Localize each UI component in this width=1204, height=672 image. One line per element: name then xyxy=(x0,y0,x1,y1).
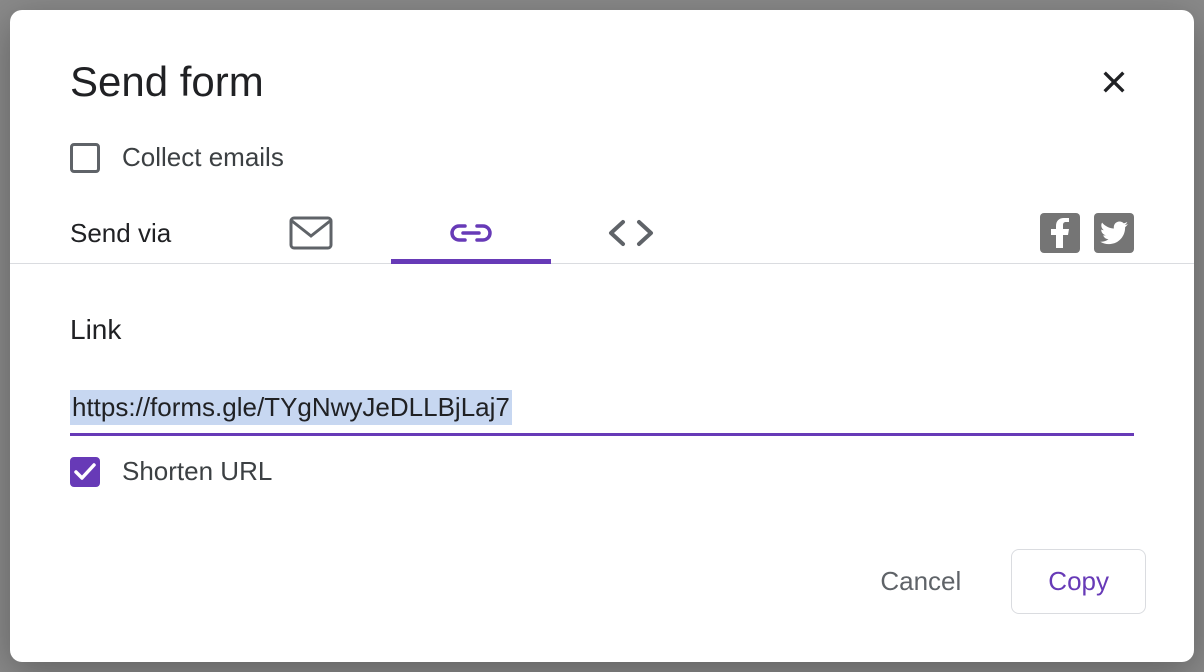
link-icon xyxy=(449,222,493,244)
link-input[interactable]: https://forms.gle/TYgNwyJeDLLBjLaj7 xyxy=(70,390,512,425)
embed-icon xyxy=(606,218,656,248)
modal-title: Send form xyxy=(70,58,264,106)
modal-footer: Cancel Copy xyxy=(10,549,1194,662)
collect-emails-row: Collect emails xyxy=(10,106,1194,173)
twitter-icon xyxy=(1100,221,1128,245)
facebook-icon xyxy=(1051,218,1069,248)
modal-header: Send form xyxy=(10,10,1194,106)
tab-embed[interactable] xyxy=(551,203,711,263)
cancel-button[interactable]: Cancel xyxy=(870,554,971,609)
link-section-label: Link xyxy=(70,314,1134,346)
shorten-url-checkbox[interactable] xyxy=(70,457,100,487)
shorten-url-label: Shorten URL xyxy=(122,456,272,487)
link-section: Link https://forms.gle/TYgNwyJeDLLBjLaj7… xyxy=(10,264,1194,549)
copy-button[interactable]: Copy xyxy=(1011,549,1146,614)
shorten-url-row: Shorten URL xyxy=(70,456,1134,487)
tab-link[interactable] xyxy=(391,203,551,263)
tabs-row: Send via xyxy=(10,173,1194,264)
collect-emails-checkbox[interactable] xyxy=(70,143,100,173)
email-icon xyxy=(289,216,333,250)
send-via-label: Send via xyxy=(70,218,171,249)
send-form-modal: Send form Collect emails Send via xyxy=(10,10,1194,662)
tab-email[interactable] xyxy=(231,203,391,263)
twitter-button[interactable] xyxy=(1094,213,1134,253)
collect-emails-label: Collect emails xyxy=(122,142,284,173)
social-icons xyxy=(1040,213,1134,253)
tabs xyxy=(231,203,711,263)
check-icon xyxy=(74,463,96,481)
link-input-wrap: https://forms.gle/TYgNwyJeDLLBjLaj7 xyxy=(70,390,1134,436)
facebook-button[interactable] xyxy=(1040,213,1080,253)
close-button[interactable] xyxy=(1094,62,1134,102)
close-icon xyxy=(1098,66,1130,98)
